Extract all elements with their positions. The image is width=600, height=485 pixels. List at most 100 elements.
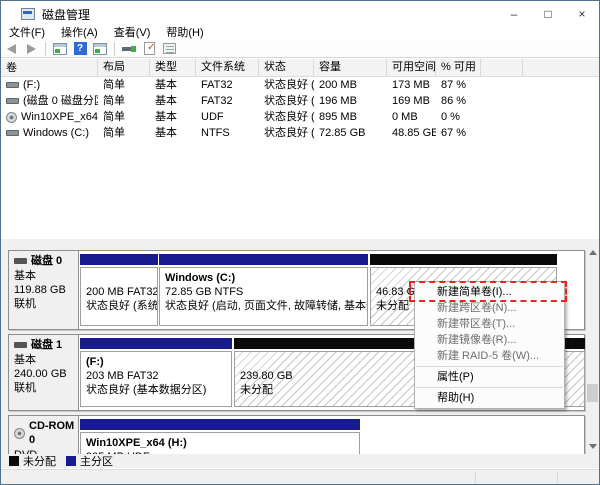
cell-volume: Windows (C:)	[1, 125, 98, 141]
vertical-scrollbar[interactable]	[586, 245, 599, 453]
cell-volume: (磁盘 0 磁盘分区 1)	[1, 93, 98, 109]
partition-cdrom-h[interactable]: Win10XPE_x64 (H:) 895 MB UDF	[80, 419, 360, 454]
menu-item-properties[interactable]: 属性(P)	[415, 369, 564, 385]
console-window-button[interactable]	[50, 41, 70, 57]
cell-status: 状态良好 (...	[264, 95, 314, 107]
toolbar-separator	[114, 41, 115, 56]
partition-disk0-system[interactable]: 200 MB FAT32 状态良好 (系统, 基本	[80, 254, 158, 326]
volume-table-header: 卷 布局 类型 文件系统 状态 容量 可用空间 % 可用	[1, 59, 599, 77]
cell-status: 状态良好 (...	[264, 111, 314, 123]
volume-list-panel: 卷 布局 类型 文件系统 状态 容量 可用空间 % 可用 (F:) 简单 基本 …	[1, 59, 599, 239]
cell-free-space: 173 MB	[392, 79, 430, 91]
header-capacity[interactable]: 容量	[314, 59, 387, 77]
menu-view[interactable]: 查看(V)	[106, 26, 159, 40]
forward-button[interactable]	[21, 41, 41, 57]
rescan-tool-icon	[122, 44, 136, 54]
scrollbar-up-button[interactable]	[586, 245, 599, 259]
header-type[interactable]: 类型	[150, 59, 196, 77]
menu-item-new-striped-volume: 新建带区卷(T)...	[437, 318, 516, 330]
cell-capacity: 196 MB	[319, 95, 357, 107]
disk-name: 磁盘 1	[31, 339, 63, 351]
partition-status: 状态良好 (基本数据分区)	[86, 384, 207, 396]
properties-panel-icon	[162, 43, 176, 54]
check-document-button[interactable]	[139, 41, 159, 57]
highlight-annotation	[409, 281, 567, 302]
cdrom-0-partitions: Win10XPE_x64 (H:) 895 MB UDF	[79, 416, 584, 454]
drive-icon	[6, 98, 19, 104]
chevron-down-icon	[588, 443, 597, 449]
cell-volume: (F:)	[1, 77, 98, 93]
cell-layout: 简单	[103, 79, 125, 91]
header-volume[interactable]: 卷	[1, 59, 98, 77]
cdrom-0-label[interactable]: CD-ROM 0 DVD 895 MB	[9, 416, 79, 454]
close-button[interactable]: ×	[565, 1, 599, 27]
help-icon: ?	[73, 42, 87, 55]
menu-separator	[416, 366, 563, 367]
table-row[interactable]: (F:) 简单 基本 FAT32 状态良好 (... 200 MB 173 MB…	[1, 77, 599, 93]
partition-bar	[370, 254, 557, 265]
disk-0-label[interactable]: 磁盘 0 基本 119.88 GB 联机	[9, 251, 79, 329]
header-free-space[interactable]: 可用空间	[387, 59, 436, 77]
disk-type: 基本	[14, 354, 36, 366]
header-filler	[481, 59, 523, 77]
cell-status: 状态良好 (...	[264, 79, 314, 91]
scrollbar-down-button[interactable]	[586, 439, 599, 453]
cell-layout: 简单	[103, 111, 125, 123]
menu-file[interactable]: 文件(F)	[1, 26, 53, 40]
partition-disk0-windows-c[interactable]: Windows (C:) 72.85 GB NTFS 状态良好 (启动, 页面文…	[159, 254, 368, 326]
drive-icon	[6, 82, 19, 88]
console-tree-icon	[93, 42, 107, 55]
rescan-button[interactable]	[119, 41, 139, 57]
minimize-button[interactable]: –	[497, 1, 531, 27]
disk-icon	[14, 342, 27, 348]
cell-type: 基本	[155, 111, 177, 123]
cell-type: 基本	[155, 79, 177, 91]
cell-layout: 简单	[103, 127, 125, 139]
legend: 未分配 主分区	[1, 454, 599, 468]
partition-status: 状态良好 (启动, 页面文件, 故障转储, 基本数据	[165, 300, 368, 312]
table-row[interactable]: Windows (C:) 简单 基本 NTFS 状态良好 (... 72.85 …	[1, 125, 599, 141]
disk-1-label[interactable]: 磁盘 1 基本 240.00 GB 联机	[9, 335, 79, 410]
partition-name: Win10XPE_x64 (H:)	[86, 437, 187, 449]
header-status[interactable]: 状态	[259, 59, 314, 77]
table-row[interactable]: (磁盘 0 磁盘分区 1) 简单 基本 FAT32 状态良好 (... 196 …	[1, 93, 599, 109]
header-layout[interactable]: 布局	[98, 59, 150, 77]
back-button[interactable]	[1, 41, 21, 57]
cell-free-space: 169 MB	[392, 95, 430, 107]
legend-unallocated-label: 未分配	[23, 456, 56, 468]
menu-item-new-spanned-volume: 新建跨区卷(N)...	[437, 302, 517, 314]
maximize-button[interactable]: □	[531, 1, 565, 27]
menu-item-new-mirrored-volume: 新建镜像卷(R)...	[437, 334, 517, 346]
disk-size: 119.88 GB	[14, 284, 66, 296]
check-document-icon	[143, 42, 156, 55]
console-tree-button[interactable]	[90, 41, 110, 57]
disk-management-window: 磁盘管理 – □ × 文件(F) 操作(A) 查看(V) 帮助(H) ? 卷 布…	[0, 0, 600, 485]
volume-name: (F:)	[23, 79, 41, 91]
cell-pct-free: 0 %	[441, 111, 460, 123]
primary-partition-swatch	[66, 456, 76, 466]
partition-bar	[80, 419, 360, 430]
unallocated-swatch	[9, 456, 19, 466]
header-pct-free[interactable]: % 可用	[436, 59, 481, 77]
partition-size: 200 MB FAT32	[86, 286, 158, 298]
help-button[interactable]: ?	[70, 41, 90, 57]
table-row[interactable]: Win10XPE_x64 (H:) 简单 基本 UDF 状态良好 (... 89…	[1, 109, 599, 125]
volume-name: (磁盘 0 磁盘分区 1)	[23, 95, 98, 107]
menu-action[interactable]: 操作(A)	[53, 26, 106, 40]
cell-volume: Win10XPE_x64 (H:)	[1, 109, 98, 125]
header-filesystem[interactable]: 文件系统	[196, 59, 259, 77]
menu-help[interactable]: 帮助(H)	[158, 26, 211, 40]
cell-pct-free: 87 %	[441, 79, 467, 91]
properties-button[interactable]	[159, 41, 179, 57]
console-window-icon	[53, 42, 67, 55]
window-title: 磁盘管理	[42, 7, 91, 22]
disk-name: CD-ROM 0	[29, 420, 75, 446]
cell-capacity: 895 MB	[319, 111, 357, 123]
status-bar	[1, 469, 599, 484]
partition-disk1-f[interactable]: (F:) 203 MB FAT32 状态良好 (基本数据分区)	[80, 338, 232, 407]
disk-type: 基本	[14, 270, 36, 282]
scrollbar-thumb[interactable]	[587, 384, 598, 402]
disc-icon	[6, 111, 17, 123]
menu-item-help[interactable]: 帮助(H)	[415, 390, 564, 406]
partition-status: 状态良好 (系统, 基本	[86, 300, 158, 312]
